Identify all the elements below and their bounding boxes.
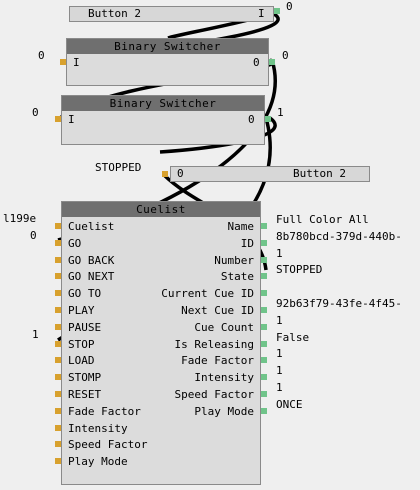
- binary-switcher-2-in-label: I: [68, 113, 75, 126]
- cuelist-output-pin[interactable]: [261, 391, 267, 397]
- cuelist-output-label: Next Cue ID: [181, 304, 254, 317]
- binary-switcher-2-in-value: 0: [32, 106, 39, 119]
- cuelist-input-label: GO: [68, 236, 82, 250]
- cuelist-output-value: 1: [276, 347, 283, 361]
- cuelist-input-value-stop: 1: [32, 328, 39, 341]
- cuelist-output-value: Full Color All: [276, 213, 369, 226]
- cuelist-output-label: State: [220, 270, 254, 284]
- cuelist-input-pin[interactable]: [55, 223, 61, 229]
- cuelist-node[interactable]: Cuelist Cuelist GO GO BACK GO NEXT GO TO PLAY…: [61, 201, 261, 485]
- button-top-output-value: 0: [286, 0, 293, 13]
- button-bottom-node[interactable]: 0 Button 2: [170, 166, 370, 182]
- cuelist-output-value: 1: [276, 364, 283, 378]
- cuelist-input-pin[interactable]: [55, 307, 61, 313]
- cuelist-output-label: Name: [227, 220, 255, 233]
- cuelist-output-value: 1: [276, 246, 283, 260]
- button-top-pin-text: I: [258, 7, 265, 20]
- cuelist-output-value: False: [276, 330, 310, 344]
- cuelist-output-label: Speed Factor: [174, 388, 254, 401]
- cuelist-title: Cuelist: [62, 202, 260, 217]
- binary-switcher-2-input-pin[interactable]: [55, 116, 61, 122]
- binary-switcher-2-output-pin[interactable]: [265, 116, 271, 122]
- cuelist-input-pin[interactable]: [55, 441, 61, 448]
- cuelist-input-pin[interactable]: [55, 239, 61, 246]
- button-bottom-input-pin[interactable]: [162, 171, 168, 177]
- cuelist-input-label: PLAY: [68, 304, 95, 317]
- cuelist-input-pin[interactable]: [55, 407, 61, 414]
- cuelist-output-label: Current Cue ID: [161, 287, 254, 301]
- cuelist-input-label: STOP: [68, 337, 95, 351]
- cuelist-output-label: ID: [240, 236, 254, 250]
- binary-switcher-1-out-value: 0: [282, 49, 289, 62]
- button-top-node[interactable]: Button 2 I: [69, 6, 274, 22]
- binary-switcher-2-out-label: 0: [248, 113, 255, 126]
- cuelist-input-label: RESET: [68, 388, 102, 401]
- cuelist-input-label: GO NEXT: [68, 270, 115, 284]
- binary-switcher-1-in-label: I: [73, 56, 80, 69]
- button-top-output-pin[interactable]: [274, 8, 280, 14]
- cuelist-output-value: STOPPED: [276, 263, 323, 277]
- binary-switcher-node-2[interactable]: Binary Switcher I 0: [61, 95, 265, 145]
- cuelist-input-pin[interactable]: [55, 391, 61, 397]
- cuelist-output-pin[interactable]: [261, 374, 267, 381]
- cuelist-output-pin[interactable]: [261, 273, 267, 280]
- cuelist-input-pin[interactable]: [55, 357, 61, 364]
- binary-switcher-1-out-label: 0: [253, 56, 260, 69]
- binary-switcher-1-in-value: 0: [38, 49, 45, 62]
- cuelist-input-label: Cuelist: [68, 220, 115, 233]
- cuelist-input-pin[interactable]: [55, 458, 61, 465]
- cuelist-input-label: LOAD: [68, 354, 95, 368]
- cuelist-input-pin[interactable]: [55, 290, 61, 297]
- cuelist-output-value: ONCE: [276, 397, 303, 411]
- cuelist-output-pin[interactable]: [261, 357, 267, 364]
- binary-switcher-1-output-pin[interactable]: [269, 59, 275, 65]
- button-top-label: Button 2: [88, 7, 141, 20]
- cuelist-output-value: 8b780bcd-379d-440b-: [276, 229, 402, 243]
- cuelist-input-pin[interactable]: [55, 256, 61, 263]
- cuelist-input-label: STOMP: [68, 371, 102, 385]
- button-bottom-label: Button 2: [293, 167, 346, 180]
- cuelist-output-pin[interactable]: [261, 340, 267, 347]
- cuelist-output-pin[interactable]: [261, 407, 267, 414]
- cuelist-input-label: GO TO: [68, 287, 102, 301]
- binary-switcher-node-1[interactable]: Binary Switcher I 0: [66, 38, 269, 86]
- cuelist-input-label: Play Mode: [68, 455, 128, 469]
- cuelist-input-label: Intensity: [68, 421, 128, 435]
- button-bottom-value: 0: [177, 167, 184, 180]
- cuelist-input-label: Fade Factor: [68, 404, 141, 418]
- binary-switcher-1-title: Binary Switcher: [67, 39, 268, 54]
- cuelist-output-pin[interactable]: [261, 256, 267, 263]
- binary-switcher-2-title: Binary Switcher: [62, 96, 264, 111]
- cuelist-input-label: Speed Factor: [68, 438, 148, 452]
- cuelist-output-value: 1: [276, 313, 283, 327]
- cuelist-output-pin[interactable]: [261, 223, 267, 229]
- cuelist-input-pin[interactable]: [55, 273, 61, 280]
- cuelist-output-pin[interactable]: [261, 323, 267, 330]
- cuelist-output-value: 1: [276, 381, 283, 394]
- cuelist-input-pin[interactable]: [55, 340, 61, 347]
- cuelist-input-value-cuelist: l199e: [3, 212, 37, 225]
- stopped-label: STOPPED: [95, 161, 142, 174]
- cuelist-input-label: PAUSE: [68, 320, 102, 334]
- cuelist-input-pin[interactable]: [55, 374, 61, 381]
- cuelist-output-pin[interactable]: [261, 290, 267, 297]
- cuelist-output-label: Play Mode: [194, 404, 254, 418]
- cuelist-output-pin[interactable]: [261, 239, 267, 246]
- cuelist-output-label: Fade Factor: [181, 354, 254, 368]
- cuelist-output-label: Is Releasing: [174, 337, 254, 351]
- cuelist-output-label: Cue Count: [194, 320, 254, 334]
- cuelist-output-label: Number: [214, 253, 254, 267]
- binary-switcher-2-out-value: 1: [277, 106, 284, 119]
- cuelist-input-value-go: 0: [30, 229, 37, 242]
- cuelist-output-label: Intensity: [194, 371, 254, 385]
- binary-switcher-1-input-pin[interactable]: [60, 59, 66, 65]
- cuelist-output-pin[interactable]: [261, 307, 267, 313]
- cuelist-output-value: 92b63f79-43fe-4f45-: [276, 297, 402, 310]
- cuelist-input-label: GO BACK: [68, 253, 115, 267]
- cuelist-input-pin[interactable]: [55, 323, 61, 330]
- cuelist-input-pin[interactable]: [55, 424, 61, 431]
